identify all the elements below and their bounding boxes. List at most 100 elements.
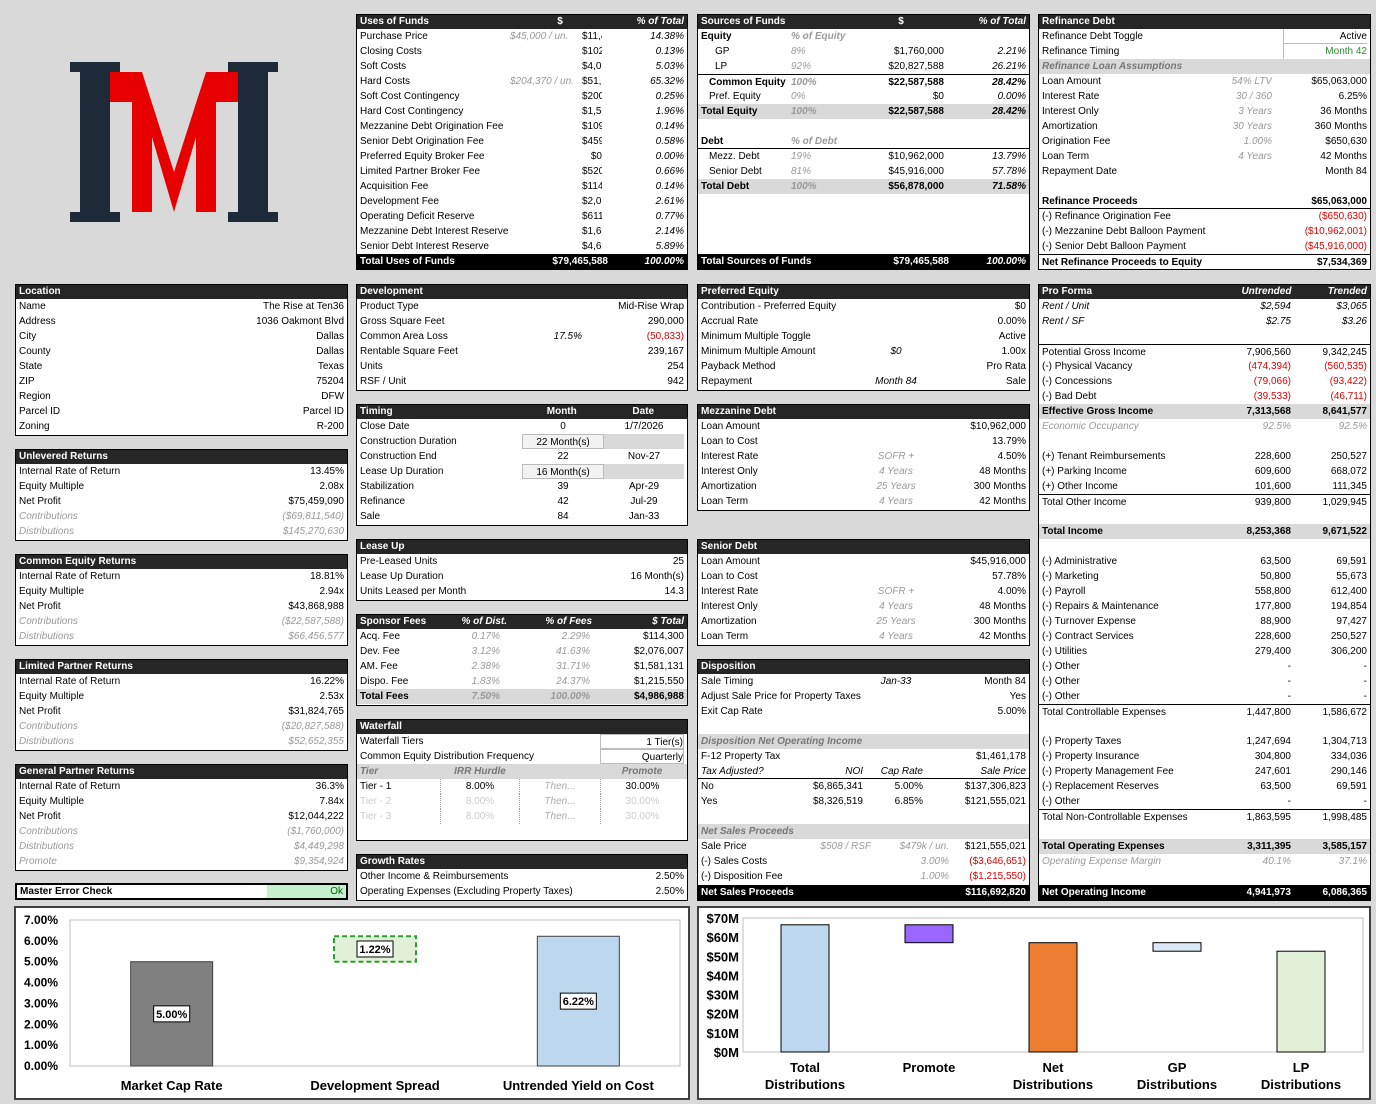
amount: $0 [932, 91, 944, 102]
field-note: 17.5% [553, 331, 582, 342]
table-row: Hard Cost Contingency $1,557,300 1.96% [357, 104, 687, 119]
metric-label: Internal Rate of Return [19, 466, 121, 477]
field-note [861, 299, 931, 314]
field-label: Minimum Multiple Amount [701, 346, 816, 357]
fee-pct-fees: 100.00% [550, 691, 590, 702]
table-row: Loan Term 4 Years 42 Months [698, 494, 1029, 509]
percent: 0.00% [997, 91, 1026, 102]
line-label: Senior Debt Interest Reserve [360, 241, 489, 252]
table-row: Interest Only 4 Years 48 Months [698, 599, 1029, 614]
table-row: Purchase Price $45,000 / un. $11,430,000 14… [357, 29, 687, 44]
deduction-value: ($45,916,000) [1304, 241, 1367, 252]
tier-promote[interactable]: 30.00% [600, 779, 684, 794]
metric-label: Contributions [19, 721, 78, 732]
row-label: Repayment Date [1042, 166, 1118, 177]
amount: $611,310 [582, 211, 602, 222]
field-value: 942 [667, 376, 684, 387]
table-row: Name The Rise at Ten36 [16, 299, 347, 314]
freq-select[interactable]: Quarterly [600, 749, 684, 764]
deduction-label: (-) Refinance Origination Fee [1042, 211, 1171, 222]
cap-value: 5.00% [894, 781, 923, 792]
milestone-month[interactable]: 22 Month(s) [522, 434, 604, 449]
growth-label: Operating Expenses (Excluding Property T… [360, 886, 573, 897]
table-row: City Dallas [16, 329, 347, 344]
price-h: Sale Price [980, 766, 1026, 777]
row-note: 30 / 360 [1235, 91, 1272, 102]
field-note [510, 344, 582, 359]
table-row: Total Equity 100% $22,587,588 28.42% [698, 104, 1029, 119]
table-row: Amortization 30 Years 360 Months [1039, 119, 1370, 134]
per-unit-cost [510, 164, 582, 179]
field-note [861, 569, 931, 584]
metric-label: Distributions [19, 841, 75, 852]
fee-pct-fees: 2.29% [561, 631, 590, 642]
table-row: Yes $8,326,519 6.85% $121,555,021 [698, 794, 1029, 809]
field-value: Month 84 [984, 676, 1026, 687]
tier-promote[interactable]: 30.00% [600, 794, 684, 809]
fee-pct-dist: 7.50% [471, 691, 500, 702]
amount: $114,300 [582, 181, 602, 192]
field-label: Parcel ID [19, 406, 61, 417]
bar-0 [780, 924, 830, 1053]
pf-untrended: - [1287, 691, 1291, 702]
pct-share: 92% [791, 61, 812, 72]
y-tick-label: 5.00% [24, 955, 58, 969]
tier-hurdle[interactable]: 8.00% [440, 779, 520, 794]
field-label: Loan to Cost [701, 571, 758, 582]
field-label: Units [360, 361, 383, 372]
pf-trended: 1,586,672 [1322, 707, 1368, 718]
amount: $1,697,181 [582, 226, 602, 237]
refi-toggle-select[interactable]: Active [1283, 29, 1367, 44]
development: Development Product Type Mid-Rise Wrap Gros… [356, 284, 688, 391]
table-row: (+) Other Income 101,600 111,345 [1039, 479, 1370, 494]
pf-trended: $3.26 [1341, 316, 1367, 327]
tier-promote[interactable]: 30.00% [600, 809, 684, 824]
leaseup-title: Lease Up [360, 541, 405, 552]
row-note: 54% LTV [1231, 76, 1272, 87]
metric-value: 2.94x [319, 586, 344, 597]
pf-trended: 55,673 [1336, 571, 1367, 582]
uses-h-dollar: $ [557, 16, 563, 27]
table-row: Net Profit $43,868,988 [16, 599, 347, 614]
tier-hurdle[interactable]: 8.00% [440, 794, 520, 809]
tiers-select[interactable]: 1 Tier(s) [600, 734, 684, 749]
y-tick-label: $30M [706, 988, 739, 1003]
tier-label: Tier - 2 [360, 796, 392, 807]
table-row: Limited Partner Broker Fee $520,690 0.66% [357, 164, 687, 179]
row-label: Origination Fee [1042, 136, 1111, 147]
table-row: (-) Disposition Fee 1.00% ($1,215,550) [698, 869, 1029, 884]
table-row: Tier IRR Hurdle Promote [357, 764, 687, 779]
metric-value: 18.81% [310, 571, 344, 582]
table-row: (-) Refinance Origination Fee ($650,630) [1039, 209, 1370, 224]
pf-untrended: 3,311,395 [1247, 841, 1291, 852]
table-row: Other Income & Reimbursements 2.50% [357, 869, 687, 884]
milestone-month[interactable]: 16 Month(s) [522, 464, 604, 479]
refi-timing-input[interactable]: Month 42 [1283, 44, 1367, 59]
tier-hurdle[interactable]: 8.00% [440, 809, 520, 824]
metric-label: Contributions [19, 616, 78, 627]
field-note [510, 314, 582, 329]
field-value: Sale [1005, 376, 1026, 387]
field-note [861, 554, 931, 569]
metric-value: ($22,587,588) [281, 616, 344, 627]
pf-label: (-) Administrative [1042, 556, 1118, 567]
table-row: Equity Multiple 2.53x [16, 689, 347, 704]
field-value: DFW [321, 391, 344, 402]
pf-trended: 111,345 [1332, 481, 1367, 492]
table-row: (-) Administrative 63,500 69,591 [1039, 554, 1370, 569]
milestone-date: Jan-33 [628, 511, 660, 522]
table-row: Refinance Proceeds $65,063,000 [1039, 194, 1370, 209]
fee-pct-dist: 3.12% [471, 646, 500, 657]
percent: 57.78% [992, 166, 1026, 177]
field-label: Contribution - Preferred Equity [701, 301, 837, 312]
noi-value: $8,326,519 [812, 796, 863, 807]
pf-trended: 97,427 [1336, 616, 1367, 627]
table-row: (-) Property Insurance 304,800 334,036 [1039, 749, 1370, 764]
pf-label: (-) Contract Services [1042, 631, 1134, 642]
uses-title: Uses of Funds [360, 16, 429, 27]
fees-title: Sponsor Fees [360, 616, 427, 627]
field-value: 75204 [316, 376, 344, 387]
tier-label: Tier - 1 [360, 781, 392, 792]
pf-trended: 9,671,522 [1322, 526, 1368, 537]
amount: $2,076,007 [582, 196, 602, 207]
